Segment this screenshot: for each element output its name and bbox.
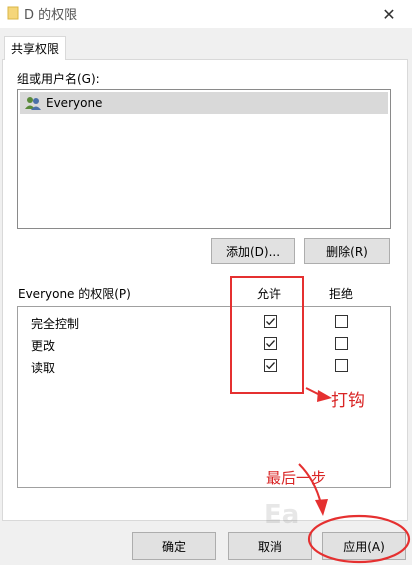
window-title: D 的权限 [24, 8, 78, 23]
close-button[interactable]: ✕ [366, 0, 412, 28]
annotation-arrow [305, 387, 332, 402]
add-button[interactable]: 添加(D)... [211, 238, 295, 264]
permission-change: 更改 [31, 339, 56, 353]
deny-column-header: 拒绝 [329, 287, 354, 301]
group-users-label: 组或用户名(G): [17, 72, 100, 86]
permission-read: 读取 [31, 361, 56, 375]
annotation-highlight-box [230, 276, 304, 394]
users-list[interactable]: Everyone [17, 89, 391, 229]
cancel-button[interactable]: 取消 [228, 532, 312, 560]
annotation-check-label: 打钩 [331, 391, 365, 411]
permission-full-control: 完全控制 [31, 317, 80, 331]
deny-change-checkbox[interactable] [335, 337, 348, 350]
deny-read-checkbox[interactable] [335, 359, 348, 372]
users-icon [24, 95, 42, 111]
remove-button[interactable]: 删除(R) [304, 238, 390, 264]
title-bar: D 的权限 ✕ [0, 0, 412, 28]
list-item[interactable]: Everyone [20, 92, 388, 114]
deny-full-control-checkbox[interactable] [335, 315, 348, 328]
tab-share-permissions[interactable]: 共享权限 [4, 36, 66, 60]
annotation-arrow [298, 463, 328, 516]
folder-icon [7, 6, 19, 20]
annotation-circle [307, 514, 411, 564]
user-name: Everyone [46, 96, 103, 110]
permissions-header: Everyone 的权限(P) [18, 287, 131, 301]
close-icon: ✕ [382, 4, 396, 24]
ok-button[interactable]: 确定 [132, 532, 216, 560]
